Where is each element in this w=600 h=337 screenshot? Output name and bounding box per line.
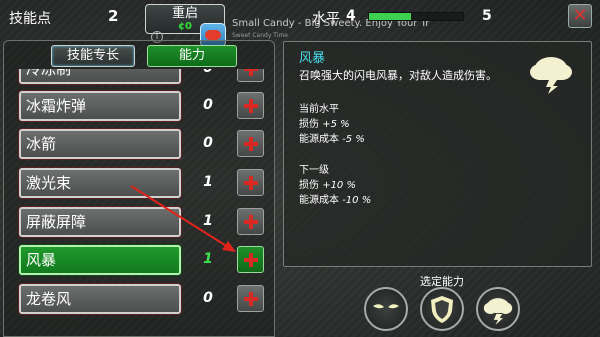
skill-list[interactable]: 冷冻制 0 冰霜炸弹 0 冰箭 0 激光束 1 屏蔽屏障 1 风暴 1 龙卷风 0 [0,69,275,337]
skill-name-button[interactable]: 激光束 [19,168,181,198]
next-cost-value: -10 % [342,195,372,206]
skill-level: 1 [203,213,213,229]
skill-level: 1 [203,251,213,267]
restart-label: 重启 [171,6,198,21]
upgrade-plus-icon[interactable] [237,130,264,157]
skill-detail-description: 召唤强大的闪电风暴，对敌人造成伤害。 [299,69,497,82]
skill-name-button[interactable]: 龙卷风 [19,284,181,314]
current-damage-row: 损伤 +5 % [299,115,350,130]
current-cost-value: -5 % [342,134,365,145]
skill-points-label: 技能点 [9,11,51,27]
storm-cloud-icon [530,57,572,94]
skill-row[interactable]: 冷冻制 0 [0,69,275,86]
skill-row[interactable]: 风暴 1 [0,245,275,277]
skill-name-button[interactable]: 屏蔽屏障 [19,207,181,237]
next-damage-value: +10 % [322,180,356,191]
skill-row[interactable]: 激光束 1 [0,168,275,200]
level-progress-bar [368,12,464,21]
skill-row[interactable]: 屏蔽屏障 1 [0,207,275,239]
current-cost-label: 能源成本 [299,134,339,145]
selected-slot-eyes[interactable] [364,287,408,331]
upgrade-plus-icon[interactable] [237,285,264,312]
tab-ability[interactable]: 能力 [147,45,237,67]
upgrade-plus-icon[interactable] [237,208,264,235]
skill-row[interactable]: 冰霜炸弹 0 [0,91,275,123]
skill-name-button[interactable]: 风暴 [19,245,181,275]
current-damage-label: 损伤 [299,119,319,130]
upgrade-plus-icon[interactable] [237,92,264,119]
current-cost-row: 能源成本 -5 % [299,130,365,145]
upgrade-plus-icon[interactable] [237,69,264,82]
glowing-eyes-icon [373,304,399,309]
skill-row[interactable]: 冰箭 0 [0,129,275,161]
skill-points-value: 2 [108,7,119,25]
next-level-label: 下一级 [299,165,329,176]
selected-slot-storm[interactable] [476,287,520,331]
skill-detail-title: 风暴 [299,51,326,66]
level-next: 5 [482,8,492,24]
skill-name-button[interactable]: 冷冻制 [19,69,181,84]
selected-slot-shield[interactable] [420,287,464,331]
level-current: 4 [346,8,356,24]
upgrade-plus-icon[interactable] [237,246,264,273]
shield-icon [431,296,453,323]
close-icon[interactable]: ✕ [568,4,592,28]
next-cost-row: 能源成本 -10 % [299,191,371,206]
level-label: 水平 [312,11,340,27]
current-level-label: 当前水平 [299,104,339,115]
skill-name-button[interactable]: 冰箭 [19,129,181,159]
current-damage-value: +5 % [322,119,350,130]
top-bar: 技能点 2 重启 ¢0 i Small Candy - Big Sweety. … [0,0,600,47]
skill-level: 0 [203,97,213,113]
level-progress-fill [369,13,412,20]
upgrade-plus-icon[interactable] [237,169,264,196]
skill-level: 1 [203,174,213,190]
next-damage-row: 损伤 +10 % [299,176,356,191]
next-cost-label: 能源成本 [299,195,339,206]
storm-cloud-icon [483,298,513,325]
skill-name-button[interactable]: 冰霜炸弹 [19,91,181,121]
next-damage-label: 损伤 [299,180,319,191]
skill-level: 0 [203,135,213,151]
skill-level: 0 [196,69,220,76]
ad-banner-subtitle: Sweet Candy Time [232,32,288,39]
skill-row[interactable]: 龙卷风 0 [0,284,275,316]
skill-level: 0 [203,290,213,306]
tab-specialty[interactable]: 技能专长 [51,45,135,67]
